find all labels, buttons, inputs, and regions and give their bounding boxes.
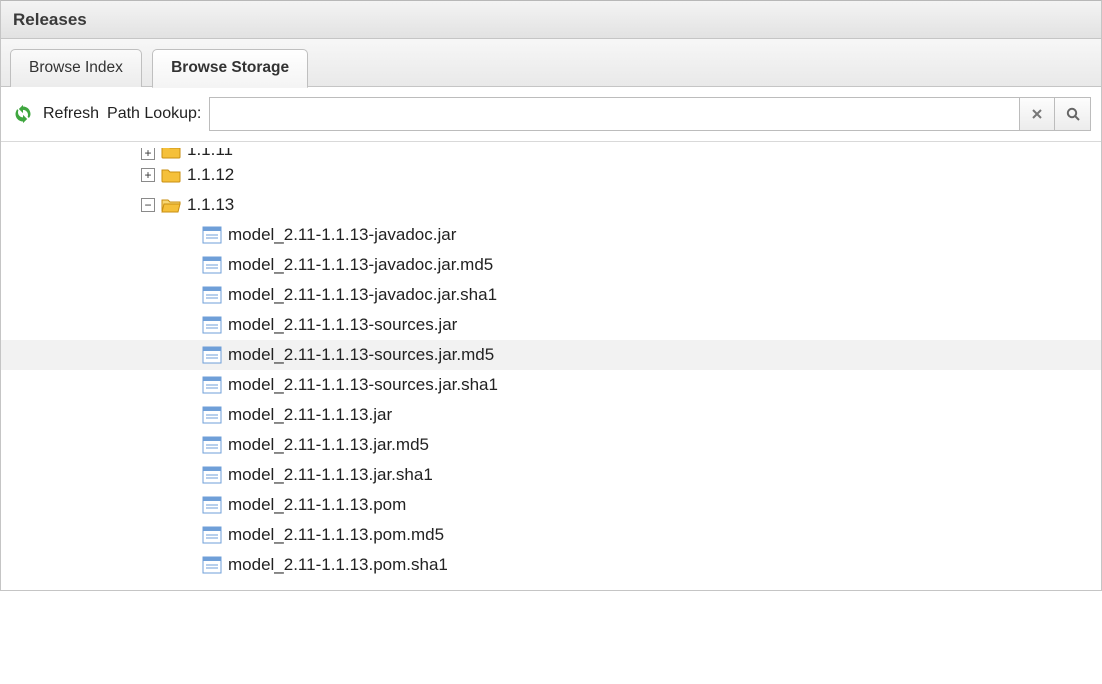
tree-file-row[interactable]: model_2.11-1.1.13-javadoc.jar.sha1 bbox=[1, 280, 1101, 310]
path-lookup-label: Path Lookup: bbox=[107, 105, 201, 123]
tree-file-row[interactable]: model_2.11-1.1.13.pom bbox=[1, 490, 1101, 520]
panel-title: Releases bbox=[1, 1, 1101, 39]
tab-label: Browse Index bbox=[29, 59, 123, 76]
tree-file-row[interactable]: model_2.11-1.1.13-sources.jar bbox=[1, 310, 1101, 340]
refresh-label: Refresh bbox=[43, 105, 99, 123]
folder-open-icon bbox=[161, 196, 181, 214]
tree-node-label: 1.1.13 bbox=[187, 195, 234, 215]
tree-node-label: model_2.11-1.1.13.pom bbox=[228, 495, 406, 515]
panel-title-text: Releases bbox=[13, 10, 87, 29]
file-icon bbox=[202, 316, 222, 334]
tree-file-row[interactable]: model_2.11-1.1.13-javadoc.jar.md5 bbox=[1, 250, 1101, 280]
file-icon bbox=[202, 496, 222, 514]
path-lookup-input[interactable] bbox=[209, 97, 1019, 131]
file-icon bbox=[202, 226, 222, 244]
tree-node-label: model_2.11-1.1.13-sources.jar bbox=[228, 315, 457, 335]
file-icon bbox=[202, 376, 222, 394]
expand-toggle[interactable]: + bbox=[141, 148, 155, 160]
tree-node-label: model_2.11-1.1.13.pom.md5 bbox=[228, 525, 444, 545]
collapse-toggle[interactable]: − bbox=[141, 198, 155, 212]
tree-file-row[interactable]: model_2.11-1.1.13.jar.sha1 bbox=[1, 460, 1101, 490]
tab-label: Browse Storage bbox=[171, 59, 289, 76]
clear-button[interactable] bbox=[1019, 97, 1055, 131]
tree-file-row[interactable]: model_2.11-1.1.13.pom.md5 bbox=[1, 520, 1101, 550]
folder-closed-icon bbox=[161, 148, 181, 160]
tree-node-label: model_2.11-1.1.13-javadoc.jar.md5 bbox=[228, 255, 493, 275]
file-icon bbox=[202, 286, 222, 304]
tree-file-row[interactable]: model_2.11-1.1.13.pom.sha1 bbox=[1, 550, 1101, 580]
tree-node-label: model_2.11-1.1.13.jar bbox=[228, 405, 392, 425]
search-button[interactable] bbox=[1055, 97, 1091, 131]
tab-browse-storage[interactable]: Browse Storage bbox=[152, 49, 308, 88]
magnifier-icon bbox=[1065, 106, 1081, 122]
file-icon bbox=[202, 436, 222, 454]
tree-node-label: model_2.11-1.1.13-javadoc.jar.sha1 bbox=[228, 285, 497, 305]
tree-file-row[interactable]: model_2.11-1.1.13-sources.jar.sha1 bbox=[1, 370, 1101, 400]
file-icon bbox=[202, 466, 222, 484]
tree-file-row[interactable]: model_2.11-1.1.13.jar bbox=[1, 400, 1101, 430]
file-icon bbox=[202, 346, 222, 364]
expand-toggle[interactable]: + bbox=[141, 168, 155, 182]
toolbar: Refresh Path Lookup: bbox=[1, 87, 1101, 142]
tabstrip: Browse Index Browse Storage bbox=[1, 39, 1101, 87]
file-icon bbox=[202, 556, 222, 574]
path-lookup-group bbox=[209, 97, 1091, 131]
close-icon bbox=[1031, 108, 1043, 120]
tree-node-label: model_2.11-1.1.13.jar.md5 bbox=[228, 435, 429, 455]
releases-panel: Releases Browse Index Browse Storage Ref… bbox=[0, 0, 1102, 591]
tree-file-row[interactable]: model_2.11-1.1.13-javadoc.jar bbox=[1, 220, 1101, 250]
file-icon bbox=[202, 256, 222, 274]
tree-folder-row[interactable]: − 1.1.13 bbox=[1, 190, 1101, 220]
tree-file-row[interactable]: model_2.11-1.1.13-sources.jar.md5 bbox=[1, 340, 1101, 370]
tree-node-label: model_2.11-1.1.13.pom.sha1 bbox=[228, 555, 448, 575]
refresh-icon bbox=[13, 104, 33, 124]
tree-node-label: 1.1.11 bbox=[187, 148, 233, 160]
file-icon bbox=[202, 526, 222, 544]
tree-node-label: model_2.11-1.1.13.jar.sha1 bbox=[228, 465, 433, 485]
tree-file-row[interactable]: model_2.11-1.1.13.jar.md5 bbox=[1, 430, 1101, 460]
tree-folder-row[interactable]: + 1.1.11 bbox=[1, 148, 1101, 160]
file-tree: + 1.1.11 + 1.1.12 − 1.1.13 model_2.11-1.… bbox=[1, 142, 1101, 590]
file-icon bbox=[202, 406, 222, 424]
tree-folder-row[interactable]: + 1.1.12 bbox=[1, 160, 1101, 190]
tree-node-label: model_2.11-1.1.13-sources.jar.sha1 bbox=[228, 375, 498, 395]
tree-node-label: model_2.11-1.1.13-sources.jar.md5 bbox=[228, 345, 494, 365]
refresh-button[interactable]: Refresh bbox=[13, 104, 99, 124]
tree-node-label: 1.1.12 bbox=[187, 165, 234, 185]
tab-browse-index[interactable]: Browse Index bbox=[10, 49, 142, 87]
folder-closed-icon bbox=[161, 166, 181, 184]
tree-node-label: model_2.11-1.1.13-javadoc.jar bbox=[228, 225, 456, 245]
